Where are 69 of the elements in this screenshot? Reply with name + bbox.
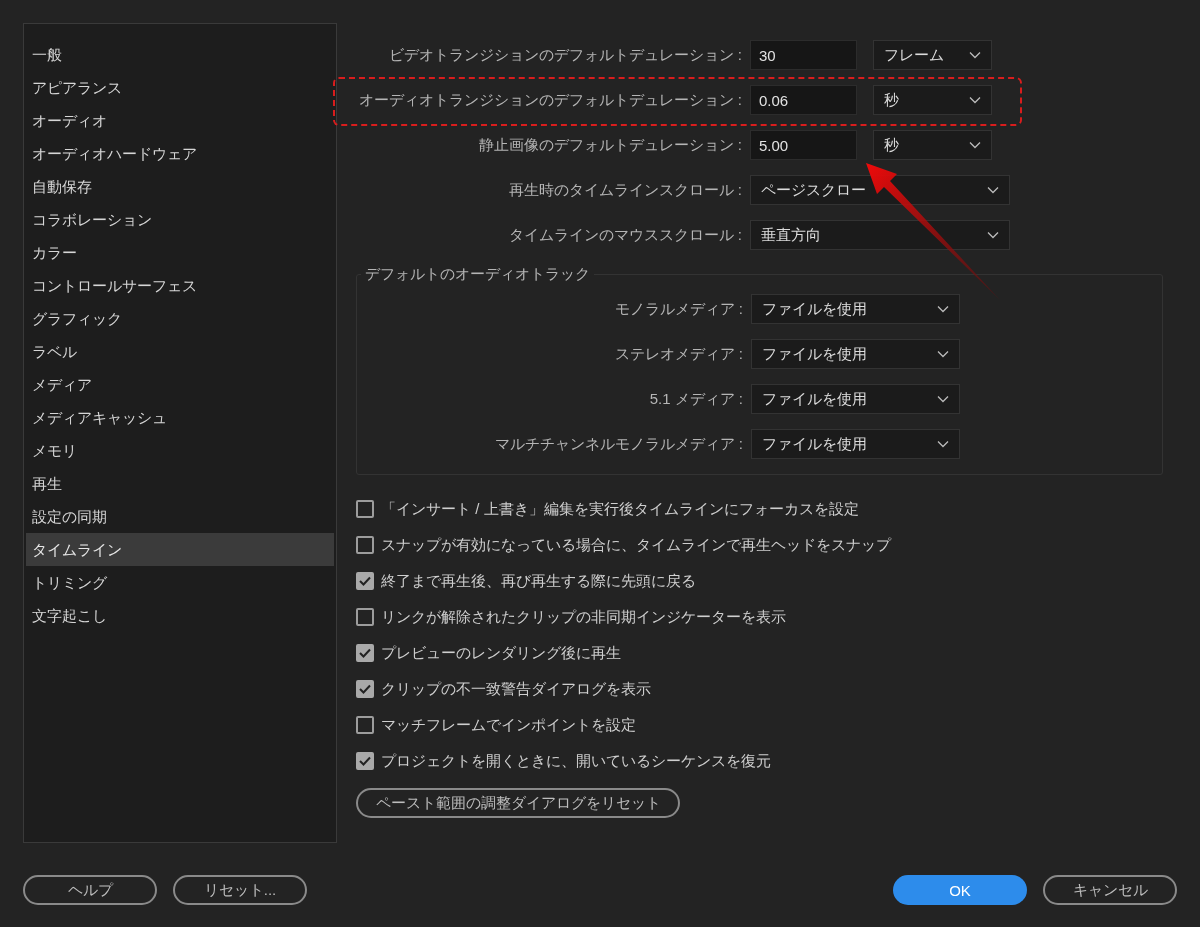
- reset-button[interactable]: リセット...: [173, 875, 307, 905]
- checkbox[interactable]: [356, 680, 374, 698]
- setting-label: タイムラインのマウススクロール :: [507, 225, 743, 245]
- setting-label: オーディオトランジションのデフォルトデュレーション :: [357, 90, 743, 110]
- scroll-dropdown[interactable]: 垂直方向: [750, 220, 1010, 250]
- chevron-down-icon: [987, 186, 999, 194]
- checkbox[interactable]: [356, 536, 374, 554]
- setting-label: 静止画像のデフォルトデュレーション :: [477, 135, 743, 155]
- duration-field[interactable]: 0.06: [750, 85, 857, 115]
- sidebar-item[interactable]: メモリ: [26, 434, 334, 467]
- sidebar-item[interactable]: ラベル: [26, 335, 334, 368]
- duration-field[interactable]: 5.00: [750, 130, 857, 160]
- reset-paste-button[interactable]: ペースト範囲の調整ダイアログをリセット: [356, 788, 680, 818]
- setting-label: ステレオメディア :: [613, 344, 744, 364]
- chevron-down-icon: [969, 96, 981, 104]
- chevron-down-icon: [987, 231, 999, 239]
- sidebar-item[interactable]: トリミング: [26, 566, 334, 599]
- sidebar-item[interactable]: タイムライン: [26, 533, 334, 566]
- checkbox-label: 「インサート / 上書き」編集を実行後タイムラインにフォーカスを設定: [381, 499, 859, 519]
- duration-field[interactable]: 30: [750, 40, 857, 70]
- sidebar-item[interactable]: カラー: [26, 236, 334, 269]
- sidebar-item[interactable]: グラフィック: [26, 302, 334, 335]
- setting-label: 再生時のタイムラインスクロール :: [507, 180, 743, 200]
- cancel-button[interactable]: キャンセル: [1043, 875, 1177, 905]
- checkbox-label: 終了まで再生後、再び再生する際に先頭に戻る: [381, 571, 696, 591]
- setting-label: マルチチャンネルモノラルメディア :: [493, 434, 744, 454]
- sidebar-item[interactable]: コントロールサーフェス: [26, 269, 334, 302]
- checkbox-label: リンクが解除されたクリップの非同期インジケーターを表示: [381, 607, 786, 627]
- checkbox-label: クリップの不一致警告ダイアログを表示: [381, 679, 651, 699]
- unit-dropdown[interactable]: フレーム: [873, 40, 992, 70]
- checkbox[interactable]: [356, 572, 374, 590]
- chevron-down-icon: [937, 440, 949, 448]
- sidebar-item[interactable]: コラボレーション: [26, 203, 334, 236]
- checkbox[interactable]: [356, 608, 374, 626]
- track-dropdown[interactable]: ファイルを使用: [751, 384, 960, 414]
- checkbox[interactable]: [356, 500, 374, 518]
- chevron-down-icon: [937, 350, 949, 358]
- sidebar-item[interactable]: メディアキャッシュ: [26, 401, 334, 434]
- chevron-down-icon: [937, 395, 949, 403]
- chevron-down-icon: [969, 51, 981, 59]
- checkbox-label: マッチフレームでインポイントを設定: [381, 715, 636, 735]
- scroll-dropdown[interactable]: ページスクロー: [750, 175, 1010, 205]
- sidebar-item[interactable]: アピアランス: [26, 71, 334, 104]
- sidebar-item[interactable]: 設定の同期: [26, 500, 334, 533]
- group-title: デフォルトのオーディオトラック: [364, 265, 591, 284]
- checkbox[interactable]: [356, 716, 374, 734]
- checkbox[interactable]: [356, 752, 374, 770]
- track-dropdown[interactable]: ファイルを使用: [751, 294, 960, 324]
- sidebar-item[interactable]: オーディオハードウェア: [26, 137, 334, 170]
- checkbox-label: スナップが有効になっている場合に、タイムラインで再生ヘッドをスナップ: [381, 535, 891, 555]
- sidebar-item[interactable]: オーディオ: [26, 104, 334, 137]
- checkbox[interactable]: [356, 644, 374, 662]
- sidebar-item[interactable]: メディア: [26, 368, 334, 401]
- sidebar-item[interactable]: 一般: [26, 38, 334, 71]
- setting-label: モノラルメディア :: [613, 299, 744, 319]
- checkbox-label: プロジェクトを開くときに、開いているシーケンスを復元: [381, 751, 771, 771]
- unit-dropdown[interactable]: 秒: [873, 85, 992, 115]
- sidebar-item[interactable]: 再生: [26, 467, 334, 500]
- checkbox-label: プレビューのレンダリング後に再生: [381, 643, 621, 663]
- track-dropdown[interactable]: ファイルを使用: [751, 339, 960, 369]
- setting-label: 5.1 メディア :: [648, 389, 744, 409]
- setting-label: ビデオトランジションのデフォルトデュレーション :: [387, 45, 743, 65]
- sidebar-item[interactable]: 文字起こし: [26, 599, 334, 632]
- chevron-down-icon: [969, 141, 981, 149]
- help-button[interactable]: ヘルプ: [23, 875, 157, 905]
- track-dropdown[interactable]: ファイルを使用: [751, 429, 960, 459]
- sidebar-item[interactable]: 自動保存: [26, 170, 334, 203]
- chevron-down-icon: [937, 305, 949, 313]
- unit-dropdown[interactable]: 秒: [873, 130, 992, 160]
